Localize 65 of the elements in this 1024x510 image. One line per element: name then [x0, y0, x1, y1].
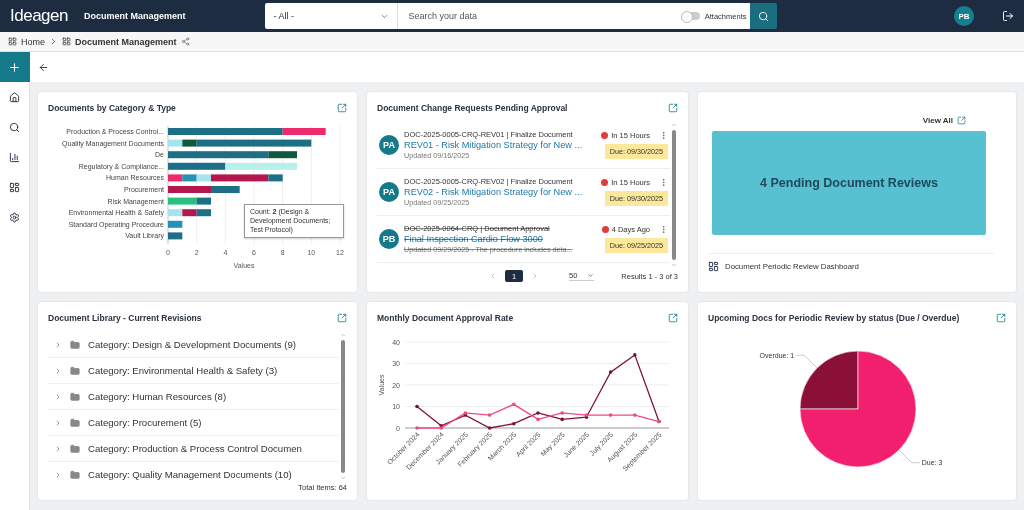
- more-icon[interactable]: [659, 131, 668, 140]
- open-external-icon[interactable]: [337, 313, 347, 323]
- breadcrumb-link[interactable]: Home: [21, 36, 45, 47]
- folder-icon: [70, 443, 80, 454]
- card-title: Monthly Document Approval Rate: [377, 312, 514, 323]
- open-external-icon[interactable]: [996, 312, 1006, 323]
- folder-icon: [70, 469, 80, 480]
- share-icon[interactable]: [180, 37, 190, 46]
- bar-segment: [168, 220, 183, 228]
- leader-line: [898, 449, 920, 464]
- alert-icon: [601, 179, 609, 186]
- alert-icon: [601, 132, 609, 139]
- tree-item[interactable]: Category: Environmental Health & Safety (3): [88, 365, 278, 376]
- user-avatar: PB: [379, 229, 399, 249]
- expand-icon[interactable]: [54, 470, 62, 479]
- chevron-icon: [49, 37, 58, 46]
- more-icon[interactable]: [659, 225, 668, 234]
- request-link[interactable]: REV01 - Risk Mitigation Strategy for New ...: [404, 140, 591, 150]
- open-external-icon[interactable]: [337, 103, 347, 113]
- user-avatar: PA: [379, 182, 399, 202]
- pending-reviews-banner[interactable]: 4 Pending Document Reviews: [712, 131, 986, 235]
- back-arrow-icon[interactable]: [38, 61, 49, 73]
- folder-icon: [70, 339, 80, 350]
- search-field[interactable]: Search your data: [398, 3, 679, 29]
- search-button[interactable]: [750, 3, 778, 29]
- more-icon[interactable]: [659, 178, 668, 187]
- card-title: Documents by Category & Type: [48, 103, 176, 113]
- alert-icon: [601, 226, 609, 233]
- request-link[interactable]: REV02 - Risk Mitigation Strategy for New ...: [404, 187, 591, 197]
- leader-line: [796, 355, 818, 369]
- open-external-icon[interactable]: [668, 312, 678, 323]
- folder-icon: [70, 391, 80, 402]
- open-external-icon[interactable]: [668, 103, 678, 113]
- tree-item[interactable]: Category: Human Resources (8): [88, 391, 227, 402]
- expand-icon[interactable]: [54, 418, 62, 427]
- scope-select[interactable]: - All -: [265, 3, 399, 29]
- user-avatar[interactable]: PB: [954, 6, 974, 26]
- folder-icon: [70, 417, 80, 428]
- bar-segment: [168, 232, 183, 240]
- breadcrumb-link[interactable]: Document Management: [75, 36, 177, 47]
- card-title: Document Library - Current Revisions: [48, 313, 202, 323]
- logo[interactable]: Ideagen: [10, 6, 68, 26]
- tree-item[interactable]: Category: Quality Management Documents (10): [88, 469, 292, 480]
- expand-icon[interactable]: [54, 366, 62, 375]
- request-link[interactable]: Final Inspection Cardio Flow 3000: [404, 234, 591, 244]
- search-icon: [758, 10, 770, 22]
- grid-icon: [8, 37, 17, 46]
- app-title: Document Management: [83, 11, 186, 21]
- card-title: Document Change Requests Pending Approval: [377, 103, 568, 113]
- tree-item[interactable]: Category: Design & Development Documents (9): [88, 339, 296, 350]
- user-avatar: PA: [379, 135, 399, 155]
- expand-icon[interactable]: [54, 444, 62, 453]
- card-title: Upcoming Docs for Periodic Review by status (Due / Overdue): [708, 312, 960, 323]
- expand-icon[interactable]: [54, 340, 62, 349]
- folder-icon: [70, 365, 80, 376]
- logout-icon[interactable]: [1002, 10, 1014, 22]
- open-external-icon: [957, 116, 966, 125]
- attachments-toggle[interactable]: [682, 12, 700, 20]
- view-all-link[interactable]: View All: [922, 116, 966, 125]
- dashboard-icon: [708, 261, 719, 272]
- grid-icon: [62, 37, 71, 46]
- tree-item[interactable]: Category: Procurement (5): [88, 417, 202, 428]
- caret-icon: [587, 272, 595, 279]
- tree-item[interactable]: Category: Production & Process Control Documen: [88, 443, 302, 454]
- expand-icon[interactable]: [54, 392, 62, 401]
